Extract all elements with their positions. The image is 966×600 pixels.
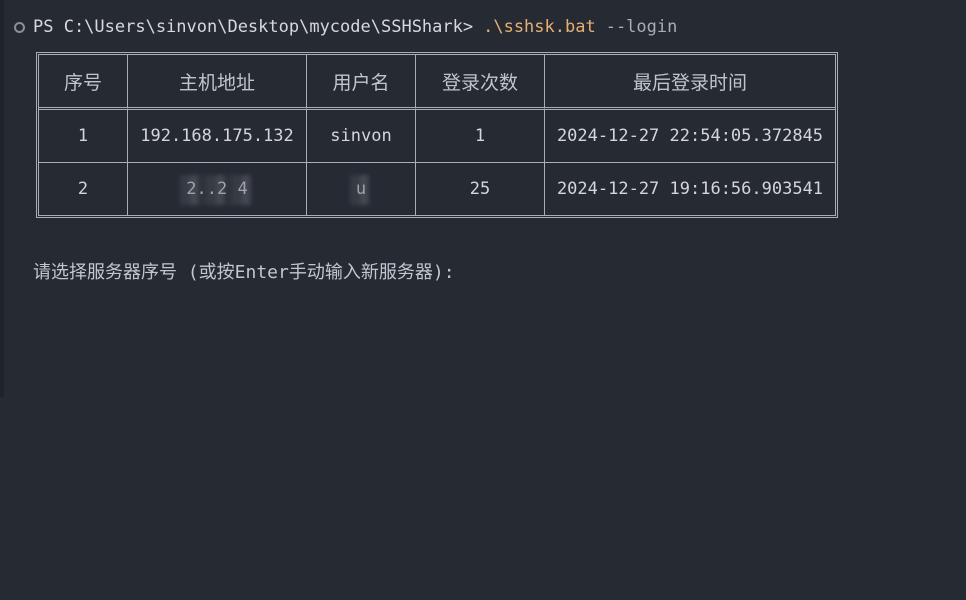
cell-user: sinvon (307, 110, 416, 163)
cell-time: 2024-12-27 22:54:05.372845 (545, 110, 835, 163)
terminal-left-rail (0, 0, 4, 397)
header-host: 主机地址 (128, 55, 307, 110)
table-row: 2 2..2 4 u 25 2024-12-27 19:16:56.903541 (39, 163, 835, 215)
prompt-circle-icon (14, 21, 25, 33)
cell-host: 192.168.175.132 (128, 110, 307, 163)
cell-host-redacted: 2..2 4 (128, 163, 307, 215)
redacted-host: 2..2 4 (186, 179, 247, 199)
cell-count: 1 (416, 110, 545, 163)
table-header-row: 序号 主机地址 用户名 登录次数 最后登录时间 (39, 55, 835, 110)
server-table: 序号 主机地址 用户名 登录次数 最后登录时间 1 192.168.175.13… (36, 52, 838, 218)
cell-id: 1 (39, 110, 128, 163)
header-count: 登录次数 (416, 55, 545, 110)
redacted-user: u (356, 179, 366, 199)
header-time: 最后登录时间 (545, 55, 835, 110)
cell-user-redacted: u (307, 163, 416, 215)
command-line: PS C:\Users\sinvon\Desktop\mycode\SSHSha… (14, 14, 677, 40)
redacted-user-text: u (355, 179, 367, 199)
prompt-path: PS C:\Users\sinvon\Desktop\mycode\SSHSha… (33, 17, 474, 37)
server-select-prompt[interactable]: 请选择服务器序号 (或按Enter手动输入新服务器): (33, 258, 455, 284)
command-name: .\sshsk.bat (483, 17, 596, 37)
table-row: 1 192.168.175.132 sinvon 1 2024-12-27 22… (39, 110, 835, 163)
cell-count: 25 (416, 163, 545, 215)
header-user: 用户名 (307, 55, 416, 110)
cell-time: 2024-12-27 19:16:56.903541 (556, 179, 824, 199)
cell-id: 2 (39, 163, 128, 215)
redacted-host-text: 2..2 4 (186, 179, 248, 199)
header-id: 序号 (39, 55, 128, 110)
command-argument: --login (605, 17, 678, 37)
